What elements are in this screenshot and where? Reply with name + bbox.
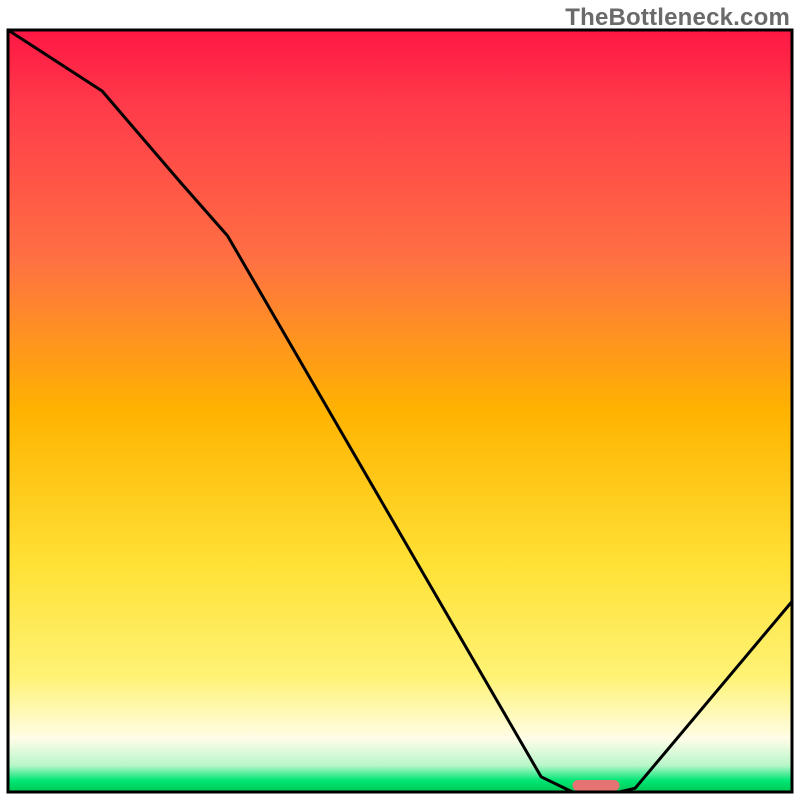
bottleneck-chart bbox=[0, 0, 800, 800]
gradient-background bbox=[8, 30, 792, 792]
chart-container: TheBottleneck.com bbox=[0, 0, 800, 800]
watermark-text: TheBottleneck.com bbox=[565, 4, 790, 32]
optimum-marker bbox=[572, 780, 619, 791]
